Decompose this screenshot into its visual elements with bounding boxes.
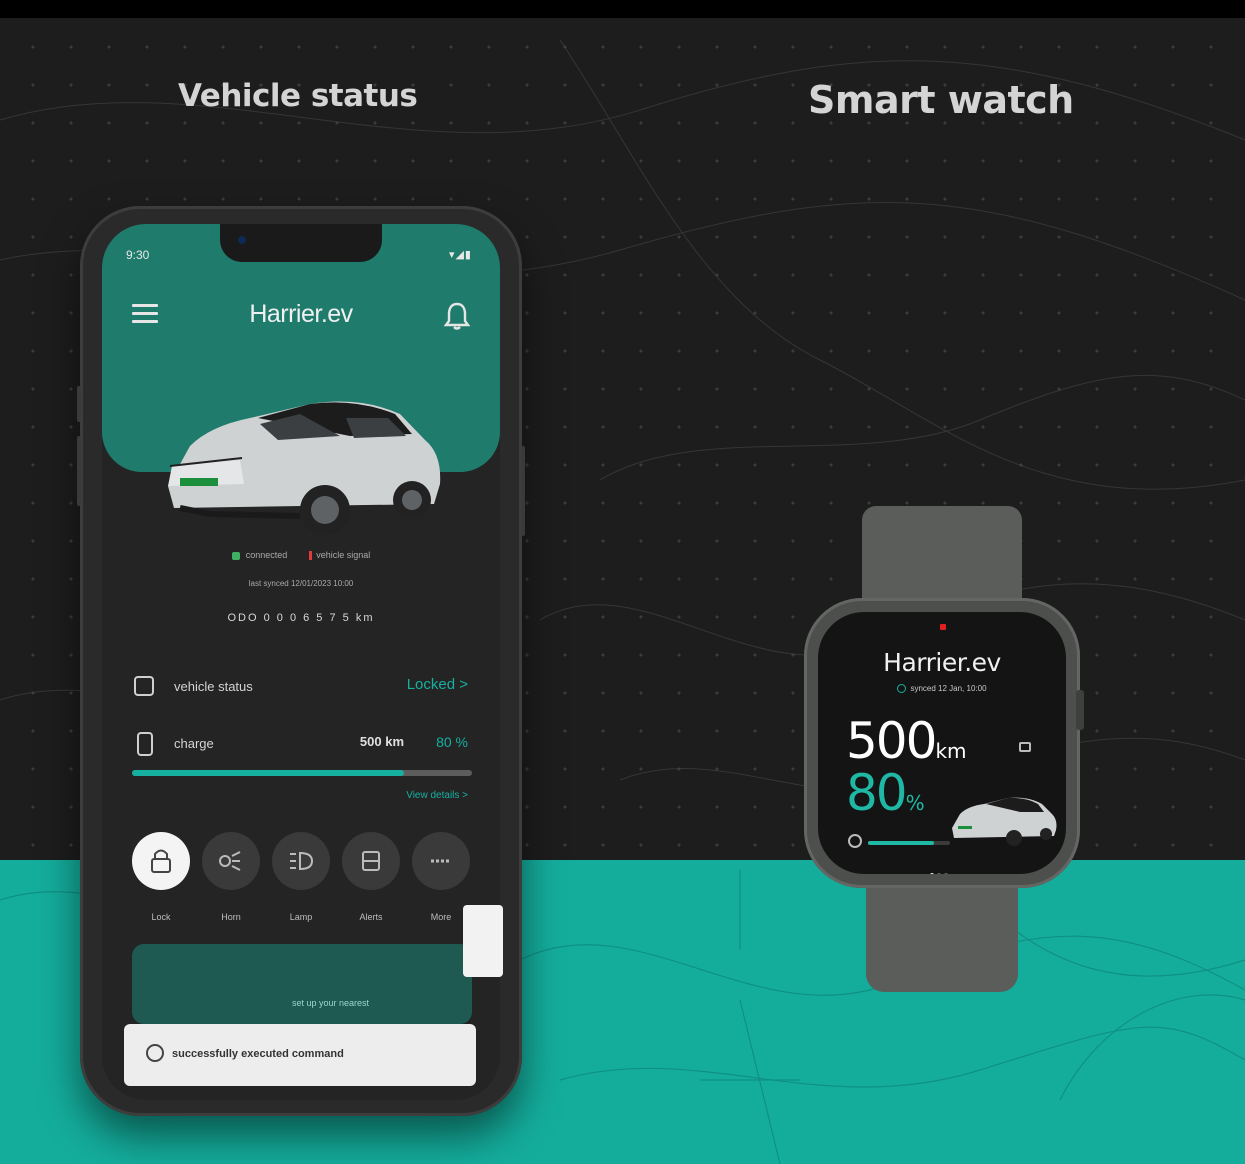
page-dot[interactable] — [944, 873, 948, 874]
top-strip — [0, 0, 1245, 18]
action-label-horn: Horn — [221, 912, 241, 922]
vehicle-status-value-link[interactable]: Locked > — [407, 676, 468, 693]
lamp-icon — [290, 851, 314, 871]
sync-icon — [897, 684, 907, 694]
car-image — [168, 401, 441, 535]
gear-icon — [146, 1044, 164, 1062]
watch-percent-value: 80 — [846, 764, 908, 822]
car-lock-icon — [134, 676, 154, 696]
page-dot[interactable] — [930, 873, 934, 874]
watch-screen: Harrier.ev synced 12 Jan, 10:00 500km 80… — [818, 612, 1066, 874]
charge-label: charge — [174, 736, 214, 751]
status-bar-time: 9:30 — [126, 248, 150, 262]
app-title: Harrier.ev — [249, 300, 353, 328]
action-label-more: More — [430, 912, 452, 922]
watch-range-value: 500 — [846, 712, 937, 770]
watch-lock-icon[interactable] — [1019, 742, 1031, 752]
page-dot[interactable] — [937, 873, 941, 874]
lower-card-text: set up your nearest — [292, 998, 370, 1008]
connected-indicator-icon — [231, 551, 240, 560]
alerts-action-button[interactable] — [342, 832, 400, 890]
watch-crown[interactable] — [1076, 690, 1084, 730]
view-details-link[interactable]: View details > — [406, 790, 468, 801]
charge-range: 500 km — [359, 734, 404, 749]
horn-icon — [219, 851, 241, 871]
floating-side-tab[interactable] — [463, 905, 503, 977]
watch-sync-text: synced 12 Jan, 10:00 — [910, 684, 987, 693]
smart-watch-heading: Smart watch — [808, 78, 1074, 122]
phone-mockup: 9:30 ▾◢▮ Harrier.ev connected vehicle si… — [77, 206, 525, 1116]
toast-message: successfully executed command — [172, 1048, 344, 1060]
front-camera — [238, 236, 246, 244]
lamp-action-button[interactable] — [272, 832, 330, 890]
odometer-readout: ODO 0 0 0 6 5 7 5 km — [227, 612, 375, 624]
battery-icon — [137, 732, 153, 756]
status-bar-icons: ▾◢▮ — [448, 249, 472, 261]
charge-progress-bar — [132, 770, 472, 776]
action-label-lamp: Lamp — [289, 912, 313, 922]
watch-page-indicator — [930, 864, 951, 874]
watch-range: 500km — [846, 712, 967, 770]
watch-charge-fill — [868, 841, 934, 845]
speedometer-icon — [848, 834, 862, 848]
last-synced-text: last synced 12/01/2023 10:00 — [248, 579, 354, 588]
action-label-alerts: Alerts — [359, 912, 383, 922]
signal-label: vehicle signal — [316, 550, 371, 560]
action-label-lock: Lock — [151, 912, 171, 922]
charge-progress-fill — [132, 770, 404, 776]
vehicle-status-label: vehicle status — [174, 679, 253, 694]
watch-sync-status: synced 12 Jan, 10:00 — [818, 684, 1066, 694]
lock-action-button[interactable] — [132, 832, 190, 890]
connection-status-row: connected vehicle signal — [102, 550, 500, 561]
vehicle-status-heading: Vehicle status — [178, 78, 418, 114]
phone-side-button — [77, 386, 81, 422]
showcase-canvas: Vehicle status Smart watch 9:30 ▾◢▮ Harr… — [0, 0, 1245, 1164]
watch-range-unit: km — [935, 739, 967, 763]
watch-strap-bottom — [866, 870, 1018, 992]
more-action-button[interactable] — [412, 832, 470, 890]
horn-action-button[interactable] — [202, 832, 260, 890]
phone-side-button — [521, 446, 525, 536]
watch-charge-percent: 80% — [846, 764, 925, 822]
phone-side-button — [77, 436, 81, 506]
watch-app-title: Harrier.ev — [883, 648, 1001, 677]
watch-charge-bar — [868, 841, 950, 845]
watch-car-image — [952, 797, 1057, 846]
watch-percent-unit: % — [905, 791, 925, 815]
phone-screen: 9:30 ▾◢▮ Harrier.ev connected vehicle si… — [102, 224, 500, 1100]
lock-icon — [151, 849, 171, 873]
bell-icon[interactable] — [442, 300, 472, 332]
signal-indicator-icon — [309, 551, 313, 561]
charge-percent: 80 % — [436, 734, 468, 750]
more-icon — [431, 859, 451, 863]
lower-feature-card[interactable] — [132, 944, 472, 1024]
connected-label: connected — [245, 550, 288, 560]
watch-alert-dot — [940, 624, 946, 630]
alert-icon — [362, 851, 380, 871]
